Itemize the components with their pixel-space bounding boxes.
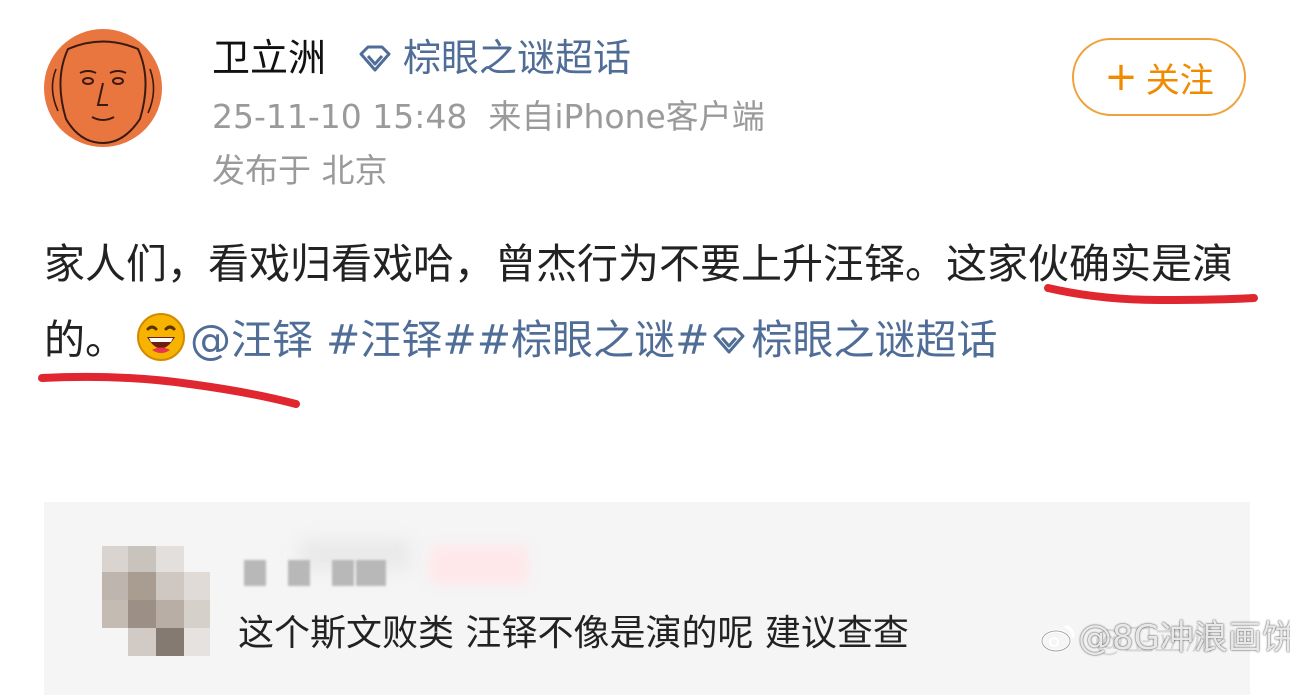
comment-text: 这个斯文败类 汪铎不像是演的呢 建议查查	[238, 613, 909, 654]
laughing-emoji-icon	[136, 310, 186, 361]
follow-label: 关注	[1145, 60, 1214, 101]
watermark-text: @8G冲浪画饼君	[1078, 618, 1290, 658]
follow-button[interactable]: + 关注	[1072, 38, 1246, 116]
supertopic-inline-link[interactable]: 棕眼之谜超话	[751, 316, 997, 364]
author-avatar[interactable]	[44, 29, 162, 147]
comment-card[interactable]	[44, 502, 1250, 695]
blurred-region	[300, 540, 410, 570]
mention-link[interactable]: @汪铎	[190, 316, 313, 364]
weibo-logo-icon	[1040, 622, 1076, 662]
post-location: 发布于 北京	[212, 151, 388, 190]
blurred-badge	[430, 546, 528, 584]
post-time: 25-11-10 15:48	[212, 97, 468, 136]
post-content: 家人们，看戏归看戏哈，曾杰行为不要上升汪铎。这家伙确实是演的。 @汪铎 #汪铎#…	[44, 226, 1244, 378]
supertopic-diamond-icon	[357, 44, 393, 74]
blurred-commenter-avatar	[102, 546, 210, 666]
post-source: 来自iPhone客户端	[488, 97, 765, 136]
plus-icon: +	[1104, 54, 1138, 100]
post-meta: 25-11-10 15:48 来自iPhone客户端	[212, 96, 765, 138]
supertopic-link[interactable]: 棕眼之谜超话	[403, 34, 631, 82]
watermark: @8G冲浪画饼君	[1040, 618, 1290, 662]
author-name[interactable]: 卫立洲	[212, 34, 326, 82]
hashtag-links[interactable]: #汪铎##棕眼之谜#	[326, 316, 709, 364]
supertopic-diamond-icon	[711, 304, 747, 354]
